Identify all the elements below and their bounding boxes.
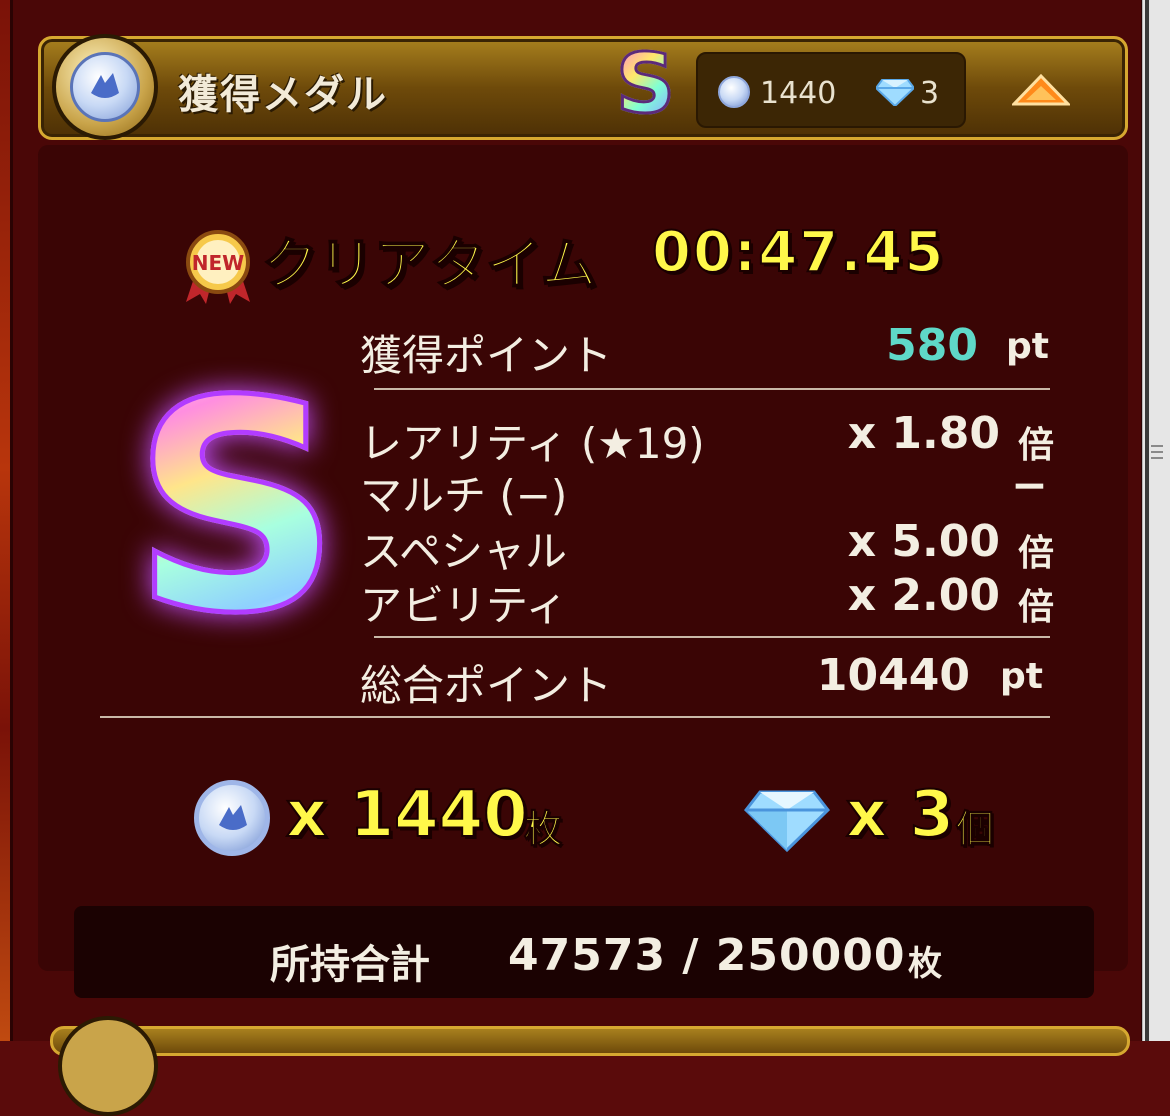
medal-icon	[194, 780, 270, 856]
row-label-total-points: 総合ポイント	[360, 661, 613, 710]
divider	[374, 388, 1050, 390]
svg-text:NEW: NEW	[192, 251, 244, 275]
next-section-header[interactable]	[50, 1026, 1130, 1056]
row-label-multi: マルチ (−)	[360, 471, 568, 520]
header-stats: 1440 3	[696, 52, 966, 128]
reward-medal-unit: 枚	[523, 807, 563, 852]
next-section-icon	[58, 1016, 158, 1116]
row-label-special: スペシャル	[360, 527, 568, 576]
gem-icon	[876, 79, 914, 106]
divider	[100, 716, 1050, 718]
collapse-arrow-icon[interactable]	[1012, 74, 1070, 106]
header-title: 獲得メダル	[178, 72, 388, 118]
row-unit-total-points: pt	[1000, 656, 1043, 697]
header-rank-badge: S	[614, 37, 676, 132]
clear-time-value: 00:47.45	[651, 219, 946, 286]
row-value-ability: x 2.00	[847, 570, 1000, 621]
scroll-grip-icon[interactable]	[1151, 445, 1163, 465]
new-badge-icon: NEW	[186, 230, 250, 304]
header-medal-count: 1440	[760, 76, 837, 111]
row-unit-ability: 倍	[1018, 587, 1055, 628]
row-label-ability: アビリティ	[360, 581, 568, 630]
scrollbar[interactable]	[1142, 0, 1170, 1041]
owned-total-unit: 枚	[908, 944, 942, 984]
reward-gem-amount: x 3	[845, 777, 955, 853]
clear-time-label: クリアタイム	[261, 232, 598, 299]
reward-medal-amount: x 1440	[285, 777, 529, 853]
row-label-earned-points: 獲得ポイント	[360, 331, 613, 380]
divider	[374, 636, 1050, 638]
result-rank: S	[130, 340, 344, 677]
row-value-rarity: x 1.80	[847, 408, 1000, 459]
owned-total-label: 所持合計	[270, 942, 430, 988]
row-value-total-points: 10440	[816, 650, 970, 701]
row-value-special: x 5.00	[847, 516, 1000, 567]
row-value-multi: −	[1011, 460, 1048, 511]
row-unit-earned-points: pt	[1006, 326, 1049, 367]
row-value-earned-points: 580	[886, 320, 978, 371]
row-unit-special: 倍	[1018, 533, 1055, 574]
owned-total-value: 47573 / 250000	[508, 930, 906, 981]
reward-gem-unit: 個	[955, 807, 995, 852]
medal-icon	[718, 76, 750, 108]
header-gem-count: 3	[920, 76, 940, 111]
scroll-thumb[interactable]	[1145, 0, 1149, 1041]
gem-icon	[744, 790, 830, 852]
medal-icon	[52, 34, 158, 140]
